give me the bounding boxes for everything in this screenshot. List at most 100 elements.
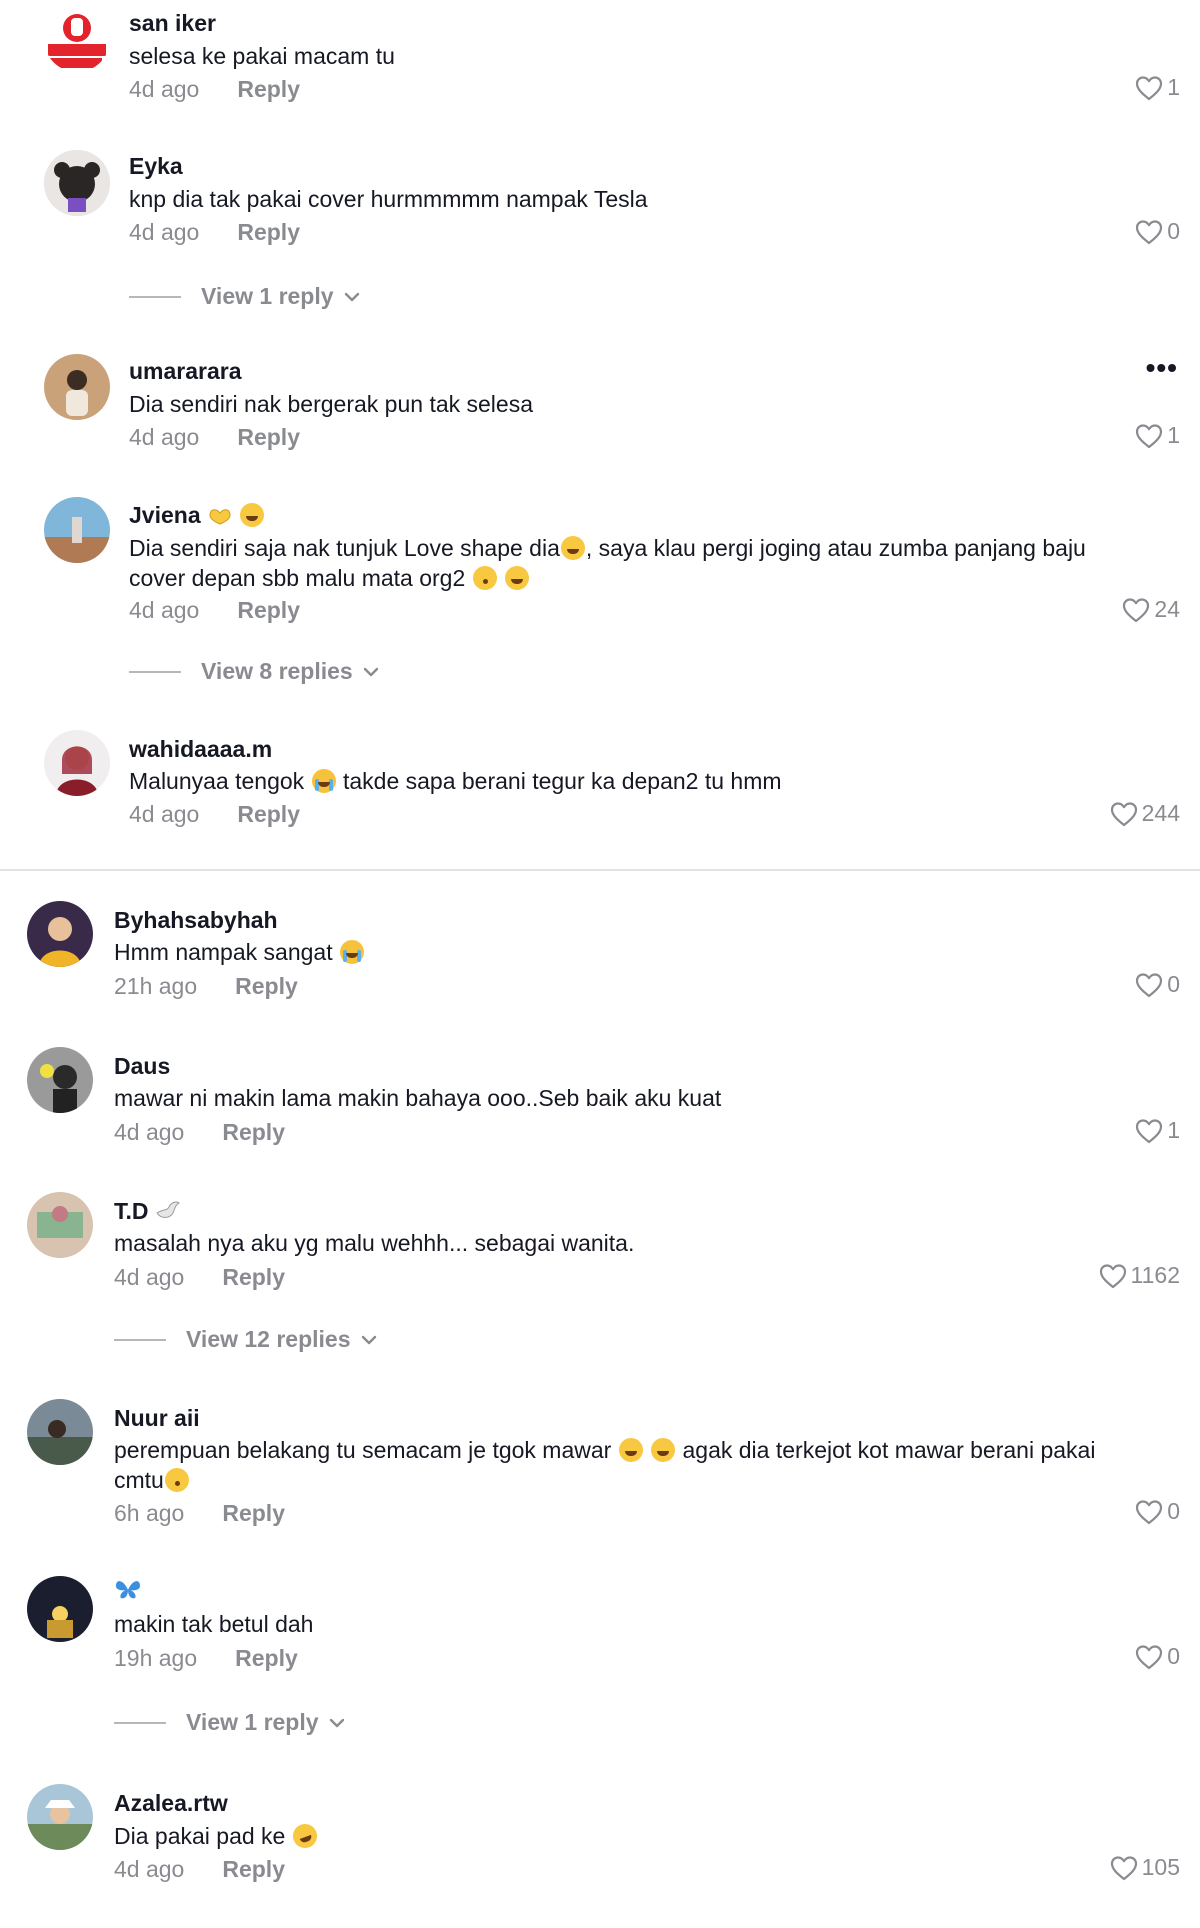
comment-meta: 4d ago Reply [129,76,300,103]
like-button[interactable]: 1162 [1099,1262,1180,1289]
comment-username[interactable]: Jviena [129,502,265,529]
reply-button[interactable]: Reply [222,1500,285,1526]
heart-outline-icon [1135,423,1163,449]
reply-button[interactable]: Reply [235,973,298,999]
comment-meta: 4d ago Reply [114,1264,285,1291]
avatar[interactable] [27,1192,93,1258]
heart-outline-icon [1099,1263,1127,1289]
like-button[interactable]: 105 [1110,1854,1180,1881]
comment-text: knp dia tak pakai cover hurmmmmm nampak … [129,186,648,212]
comment-text: Dia sendiri nak bergerak pun tak selesa [129,391,534,417]
comment-meta: 6h ago Reply [114,1500,285,1527]
heart-outline-icon [1135,1499,1163,1525]
comment-list-top: san iker selesa ke pakai macam tu 4d ago… [0,0,1200,870]
comment-username[interactable]: san iker [129,10,216,37]
comment-timestamp: 4d ago [114,1119,185,1145]
comment-text: Malunyaa tengok takde sapa berani tegur … [129,768,782,794]
like-button[interactable]: 244 [1110,800,1180,827]
comment-text: perempuan belakang tu semacam je tgok ma… [114,1437,1096,1493]
comment-username[interactable]: Byhahsabyhah [114,907,278,934]
comment-username[interactable]: Azalea.rtw [114,1790,228,1817]
reply-button[interactable]: Reply [222,1264,285,1290]
reply-button[interactable]: Reply [222,1856,285,1882]
like-button[interactable]: 0 [1135,971,1180,998]
rofl-emoji-icon [289,1820,321,1852]
like-button[interactable]: 0 [1135,218,1180,245]
like-count: 244 [1141,800,1180,826]
more-options-icon[interactable]: ••• [1146,352,1178,384]
like-button[interactable]: 1 [1135,74,1180,101]
like-count: 105 [1141,1854,1180,1880]
sweat-smile-emoji-icon [618,1438,643,1462]
like-count: 0 [1167,1643,1180,1669]
avatar[interactable] [44,497,110,563]
dove-emoji-icon [156,1201,180,1218]
avatar[interactable] [27,901,93,967]
comment-text: selesa ke pakai macam tu [129,43,395,69]
chevron-down-icon [363,667,379,677]
comment-username[interactable] [114,1577,142,1604]
comment-username[interactable]: T.D [114,1198,181,1225]
comment-username[interactable]: umararara [129,358,242,385]
comment-meta: 4d ago Reply [114,1856,285,1883]
view-replies-button[interactable]: View 1 reply [129,283,360,310]
comment-username[interactable]: Eyka [129,153,183,180]
comment-text: Hmm nampak sangat [114,937,365,967]
avatar[interactable] [44,6,110,72]
comment-username[interactable]: Daus [114,1053,170,1080]
comment-list-bottom: Byhahsabyhah Hmm nampak sangat 21h ago Re… [0,871,1200,1928]
avatar[interactable] [27,1784,93,1850]
reply-button[interactable]: Reply [237,801,300,827]
heart-outline-icon [1135,972,1163,998]
heart-outline-icon [1135,75,1163,101]
like-count: 0 [1167,218,1180,244]
reply-button[interactable]: Reply [237,424,300,450]
comment-timestamp: 6h ago [114,1500,185,1526]
like-button[interactable]: 1 [1135,422,1180,449]
reply-button[interactable]: Reply [237,219,300,245]
like-button[interactable]: 0 [1135,1643,1180,1670]
comment-text: mawar ni makin lama makin bahaya ooo..Se… [114,1085,722,1111]
comment-username[interactable]: wahidaaaa.m [129,736,272,763]
comment-meta: 19h ago Reply [114,1645,298,1672]
hushed-emoji-icon [164,1468,189,1492]
crying-emoji-icon [311,769,336,793]
avatar[interactable] [27,1576,93,1642]
comment-username[interactable]: Nuur aii [114,1405,200,1432]
like-button[interactable]: 1 [1135,1117,1180,1144]
like-count: 1 [1167,1117,1180,1143]
comment-timestamp: 4d ago [114,1264,185,1290]
avatar[interactable] [27,1047,93,1113]
heart-outline-icon [1135,1644,1163,1670]
comment-timestamp: 19h ago [114,1645,198,1671]
like-count: 1 [1167,422,1180,448]
reply-button[interactable]: Reply [237,76,300,102]
avatar[interactable] [27,1399,93,1465]
grin-emoji-icon [560,536,585,560]
avatar[interactable] [44,730,110,796]
comment-meta: 4d ago Reply [129,424,300,451]
avatar[interactable] [44,354,110,420]
comment-meta: 4d ago Reply [114,1119,285,1146]
heart-outline-icon [1135,1118,1163,1144]
view-replies-label: View 1 reply [186,1709,319,1735]
heart-outline-icon [1110,801,1138,827]
view-replies-button[interactable]: View 1 reply [114,1709,345,1736]
comment-meta: 4d ago Reply [129,219,300,246]
view-replies-button[interactable]: View 12 replies [114,1326,377,1353]
like-button[interactable]: 0 [1135,1498,1180,1525]
view-replies-label: View 8 replies [201,658,353,684]
reply-button[interactable]: Reply [222,1119,285,1145]
view-replies-button[interactable]: View 8 replies [129,658,379,685]
comment-text: Dia pakai pad ke [114,1820,321,1852]
view-replies-label: View 12 replies [186,1326,351,1352]
chevron-down-icon [344,292,360,302]
crying-emoji-icon [339,940,364,964]
reply-button[interactable]: Reply [237,597,300,623]
reply-button[interactable]: Reply [235,1645,298,1671]
like-count: 0 [1167,971,1180,997]
avatar[interactable] [44,150,110,216]
like-count: 1 [1167,74,1180,100]
like-button[interactable]: 24 [1122,596,1180,623]
comment-text: makin tak betul dah [114,1611,314,1637]
